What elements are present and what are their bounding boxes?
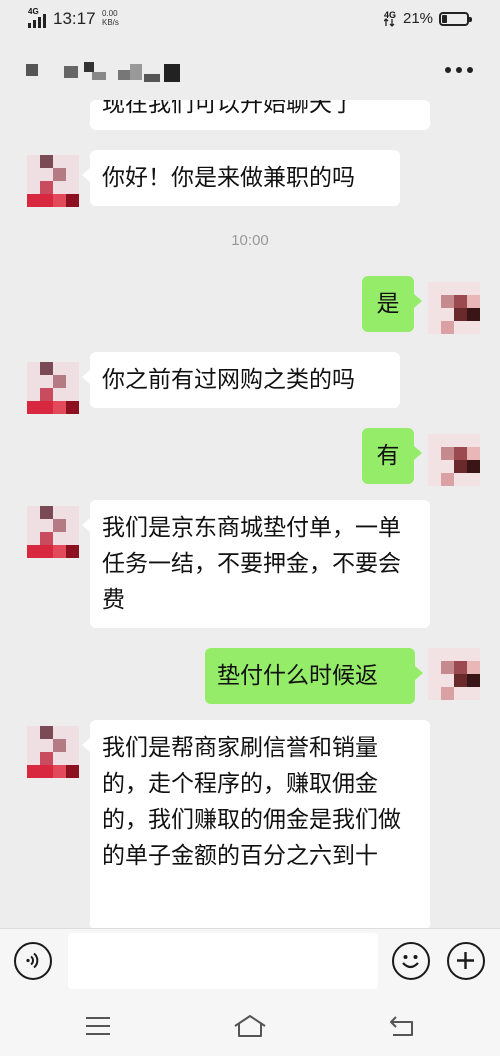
more-dots-icon[interactable] — [445, 64, 473, 76]
message-bubble-outgoing[interactable]: 垫付什么时候返 — [205, 648, 423, 704]
back-icon[interactable] — [388, 1015, 416, 1037]
message-text: 你好！你是来做兼职的吗 — [102, 165, 355, 191]
message-input[interactable] — [68, 933, 378, 989]
message-text: 是 — [376, 291, 400, 317]
message-bubble-outgoing[interactable]: 有 — [362, 428, 422, 484]
chat-input-bar — [0, 928, 500, 994]
my-avatar[interactable] — [428, 434, 480, 486]
battery-percent: 21% — [403, 10, 434, 27]
signal-icon: 4G — [28, 7, 50, 30]
plus-icon[interactable] — [447, 942, 485, 980]
message-bubble-incoming[interactable]: 我们是帮商家刷信誉和销量的，走个程序的，赚取佣金的，我们赚取的佣金是我们做的单子… — [82, 720, 430, 930]
data-arrows-icon — [384, 18, 395, 27]
network-speed-value: 0.00 — [102, 9, 118, 18]
message-bubble-incoming[interactable]: 你之前有过网购之类的吗 — [82, 352, 400, 408]
message-bubble-outgoing[interactable]: 是 — [362, 276, 422, 332]
menu-icon[interactable] — [85, 1016, 111, 1036]
contact-avatar[interactable] — [27, 726, 79, 778]
emoji-icon[interactable] — [392, 942, 430, 980]
my-avatar[interactable] — [428, 282, 480, 334]
message-text: 现在我们可以开始聊天了 — [102, 100, 355, 117]
message-text: 垫付什么时候返 — [217, 663, 378, 689]
contact-avatar[interactable] — [27, 362, 79, 414]
network-speed: 0.00 KB/s — [102, 9, 119, 27]
contact-avatar[interactable] — [27, 506, 79, 558]
message-bubble-incoming[interactable]: 你好！你是来做兼职的吗 — [82, 150, 400, 206]
network-speed-unit: KB/s — [102, 18, 119, 27]
chat-title-bar — [0, 40, 500, 100]
voice-icon[interactable] — [14, 942, 52, 980]
battery-icon — [439, 12, 472, 26]
message-text: 有 — [376, 443, 400, 469]
message-bubble-incoming[interactable]: 我们是京东商城垫付单，一单任务一结，不要押金，不要会费 — [82, 500, 430, 628]
status-bar: 4G 13:17 0.00 KB/s 4G 21% — [0, 0, 500, 40]
contact-avatar[interactable] — [27, 155, 79, 207]
message-timestamp: 10:00 — [231, 232, 269, 249]
chat-message-list[interactable]: 现在我们可以开始聊天了 你好！你是来做兼职的吗 10:00 是 你之前有过网购之… — [0, 100, 500, 930]
clock: 13:17 — [53, 9, 96, 28]
network-type-left: 4G — [28, 7, 39, 16]
message-text: 我们是帮商家刷信誉和销量的，走个程序的，赚取佣金的，我们赚取的佣金是我们做的单子… — [102, 735, 401, 869]
message-text: 我们是京东商城垫付单，一单任务一结，不要押金，不要会费 — [102, 515, 401, 613]
my-avatar[interactable] — [428, 648, 480, 700]
message-text: 你之前有过网购之类的吗 — [102, 367, 355, 393]
home-icon[interactable] — [233, 1014, 267, 1038]
system-nav-bar — [0, 994, 500, 1056]
message-bubble-incoming[interactable]: 现在我们可以开始聊天了 — [90, 100, 430, 130]
